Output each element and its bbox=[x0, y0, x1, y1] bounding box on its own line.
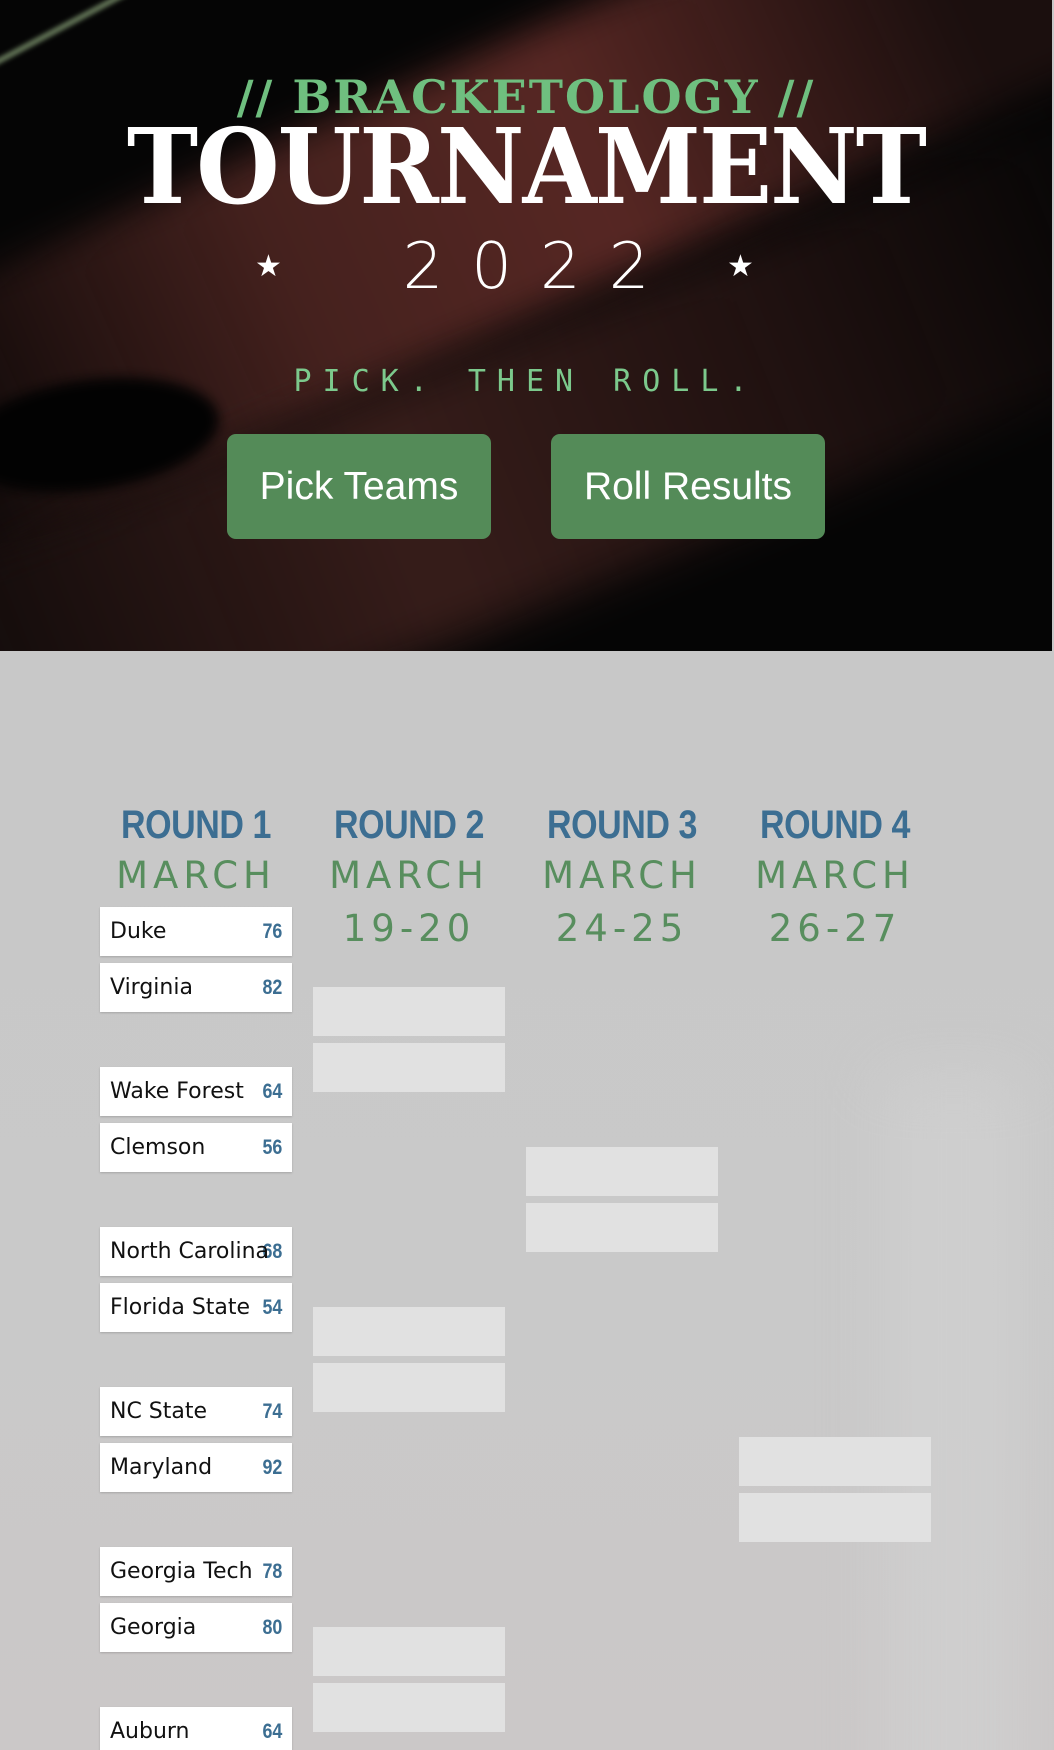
team-slot-round-2[interactable] bbox=[313, 1683, 505, 1732]
team-slot-round-1[interactable]: Clemson 56 bbox=[100, 1123, 292, 1172]
team-slot-round-2[interactable] bbox=[313, 1627, 505, 1676]
round-2-header: ROUND 2 MARCH 19-20 bbox=[309, 801, 509, 955]
year-row: ★ 2022 ★ bbox=[0, 230, 1052, 310]
team-score: 92 bbox=[262, 1455, 282, 1479]
team-score: 82 bbox=[262, 975, 282, 999]
round-month: MARCH bbox=[542, 854, 702, 897]
team-name: Maryland bbox=[110, 1455, 213, 1480]
team-slot-round-1[interactable]: Auburn 64 bbox=[100, 1707, 292, 1750]
team-slot-round-1[interactable]: Georgia 80 bbox=[100, 1603, 292, 1652]
team-slot-round-1[interactable]: Wake Forest 64 bbox=[100, 1067, 292, 1116]
team-name: North Carolina bbox=[110, 1239, 270, 1264]
team-slot-round-1[interactable]: Virginia 82 bbox=[100, 963, 292, 1012]
team-slot-round-3[interactable] bbox=[526, 1203, 718, 1252]
team-slot-round-1[interactable]: Maryland 92 bbox=[100, 1443, 292, 1492]
team-name: Georgia Tech bbox=[110, 1559, 253, 1584]
team-slot-round-2[interactable] bbox=[313, 1307, 505, 1356]
team-score: 80 bbox=[262, 1615, 282, 1639]
team-name: Auburn bbox=[110, 1719, 190, 1744]
team-score: 76 bbox=[262, 919, 282, 943]
team-name: Wake Forest bbox=[110, 1079, 244, 1104]
round-days: 24-25 bbox=[555, 907, 689, 950]
team-slot-round-2[interactable] bbox=[313, 987, 505, 1036]
bracket-background-glow bbox=[884, 1071, 1024, 1750]
round-month: MARCH bbox=[755, 854, 915, 897]
round-3-header: ROUND 3 MARCH 24-25 bbox=[522, 801, 722, 955]
hero-banner: // BRACKETOLOGY // TOURNAMENT ★ 2022 ★ P… bbox=[0, 0, 1052, 651]
team-slot-round-2[interactable] bbox=[313, 1363, 505, 1412]
roll-results-button[interactable]: Roll Results bbox=[551, 434, 825, 539]
team-name: Duke bbox=[110, 919, 167, 944]
round-month: MARCH bbox=[116, 854, 276, 897]
round-month: MARCH bbox=[329, 854, 489, 897]
team-score: 64 bbox=[262, 1079, 282, 1103]
hero-background-highlight bbox=[0, 0, 160, 73]
team-slot-round-1[interactable]: Florida State 54 bbox=[100, 1283, 292, 1332]
team-score: 56 bbox=[262, 1135, 282, 1159]
team-name: NC State bbox=[110, 1399, 208, 1424]
star-icon: ★ bbox=[727, 249, 754, 284]
team-slot-round-3[interactable] bbox=[526, 1147, 718, 1196]
team-slot-round-1[interactable]: Georgia Tech 78 bbox=[100, 1547, 292, 1596]
team-slot-round-1[interactable]: North Carolina 68 bbox=[100, 1227, 292, 1276]
bracket-section: ROUND 1 MARCH ROUND 2 MARCH 19-20 ROUND … bbox=[0, 651, 1054, 1750]
team-slot-round-4[interactable] bbox=[739, 1493, 931, 1542]
round-4-header: ROUND 4 MARCH 26-27 bbox=[735, 801, 935, 955]
team-score: 54 bbox=[262, 1295, 282, 1319]
round-title: ROUND 2 bbox=[333, 803, 485, 847]
round-title: ROUND 3 bbox=[546, 803, 698, 847]
team-slot-round-4[interactable] bbox=[739, 1437, 931, 1486]
pick-teams-button[interactable]: Pick Teams bbox=[227, 434, 491, 539]
team-name: Florida State bbox=[110, 1295, 251, 1320]
team-score: 74 bbox=[262, 1399, 282, 1423]
round-title: ROUND 1 bbox=[120, 803, 272, 847]
round-1-header: ROUND 1 MARCH bbox=[96, 801, 296, 902]
team-score: 64 bbox=[262, 1719, 282, 1743]
round-days: 19-20 bbox=[342, 907, 476, 950]
team-name: Georgia bbox=[110, 1615, 197, 1640]
tagline: PICK. THEN ROLL. bbox=[293, 364, 759, 399]
round-title: ROUND 4 bbox=[759, 803, 911, 847]
team-name: Virginia bbox=[110, 975, 193, 1000]
team-slot-round-1[interactable]: Duke 76 bbox=[100, 907, 292, 956]
team-name: Clemson bbox=[110, 1135, 206, 1160]
team-slot-round-1[interactable]: NC State 74 bbox=[100, 1387, 292, 1436]
team-slot-round-2[interactable] bbox=[313, 1043, 505, 1092]
round-days: 26-27 bbox=[768, 907, 902, 950]
page-title: TOURNAMENT bbox=[126, 105, 927, 228]
tournament-year: 2022 bbox=[402, 230, 678, 304]
team-score: 78 bbox=[262, 1559, 282, 1583]
